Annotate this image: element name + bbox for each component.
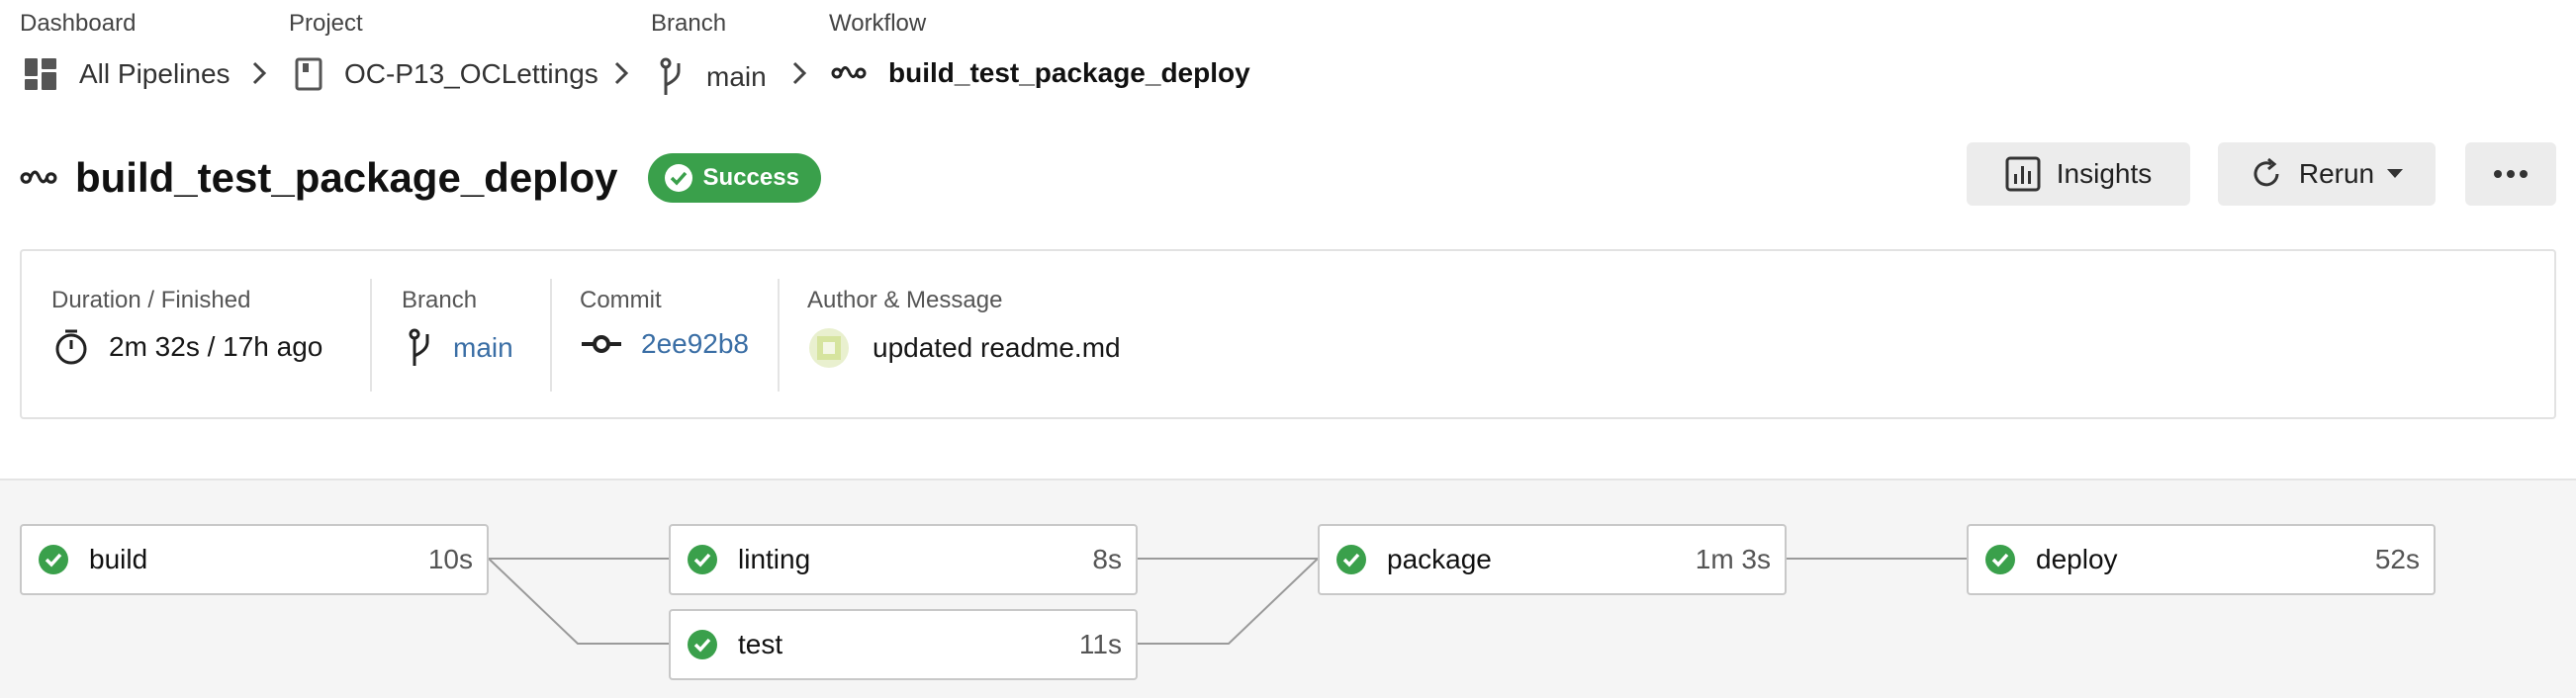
chevron-right-icon xyxy=(252,61,267,85)
rerun-button-label: Rerun xyxy=(2298,158,2375,189)
commit-value: 2ee92b8 xyxy=(641,328,750,359)
page-title: build_test_package_deploy xyxy=(75,154,618,201)
caret-down-icon xyxy=(2387,169,2404,178)
git-branch-icon xyxy=(660,57,681,95)
timer-icon xyxy=(55,329,87,365)
check-circle-icon xyxy=(1985,545,2015,574)
bar-chart-icon xyxy=(2005,156,2041,192)
branch-value: main xyxy=(453,332,513,363)
commit-message: updated readme.md xyxy=(873,332,1121,363)
breadcrumb-workflow-value: build_test_package_deploy xyxy=(888,57,1250,88)
connector-build-test xyxy=(488,558,669,645)
workflow-graph: build 10s linting 8s test 11s package 1m… xyxy=(0,479,2576,698)
workflow-icon xyxy=(20,170,57,184)
duration-value: 2m 32s / 17h ago xyxy=(109,331,323,362)
git-commit-icon xyxy=(582,335,621,353)
workflow-icon xyxy=(831,66,867,79)
check-circle-icon xyxy=(664,164,692,192)
job-linting[interactable]: linting 8s xyxy=(669,524,1138,595)
duration-label: Duration / Finished xyxy=(51,287,251,313)
breadcrumb-project-link[interactable]: OC-P13_OCLettings xyxy=(295,57,598,91)
job-duration: 8s xyxy=(1092,544,1122,574)
breadcrumb: Dashboard All Pipelines Project OC-P13_O… xyxy=(0,0,2576,109)
job-duration: 11s xyxy=(1078,629,1122,659)
breadcrumb-project-value: OC-P13_OCLettings xyxy=(344,58,598,89)
job-package[interactable]: package 1m 3s xyxy=(1318,524,1787,595)
breadcrumb-branch-label: Branch xyxy=(651,10,727,37)
breadcrumb-workflow-label: Workflow xyxy=(829,10,927,37)
job-name: package xyxy=(1387,544,1492,574)
breadcrumb-workflow-current: build_test_package_deploy xyxy=(831,57,1250,89)
job-test[interactable]: test 11s xyxy=(669,609,1138,680)
pipeline-summary-card: Duration / Finished 2m 32s / 17h ago Bra… xyxy=(20,249,2556,419)
status-badge-label: Success xyxy=(702,164,799,191)
rerun-button[interactable]: Rerun xyxy=(2218,142,2436,206)
job-name: test xyxy=(738,629,783,659)
author-section: Author & Message updated readme.md xyxy=(780,251,1472,417)
breadcrumb-branch-value: main xyxy=(706,61,767,92)
check-circle-icon xyxy=(1336,545,1366,574)
check-circle-icon xyxy=(688,630,717,659)
dashboard-icon xyxy=(25,58,56,90)
branch-label: Branch xyxy=(402,287,478,313)
more-horizontal-icon xyxy=(2494,170,2528,178)
breadcrumb-project-label: Project xyxy=(289,10,363,37)
chevron-right-icon xyxy=(792,61,807,85)
job-name: linting xyxy=(738,544,811,574)
duration-section: Duration / Finished 2m 32s / 17h ago xyxy=(22,251,370,417)
author-label: Author & Message xyxy=(807,287,1003,313)
duration-value-wrap: 2m 32s / 17h ago xyxy=(53,328,322,366)
check-circle-icon xyxy=(688,545,717,574)
chevron-right-icon xyxy=(614,61,629,85)
job-deploy[interactable]: deploy 52s xyxy=(1967,524,2436,595)
commit-section: Commit 2ee92b8 xyxy=(552,251,778,417)
branch-section: Branch main xyxy=(372,251,550,417)
connector-test-package xyxy=(1138,558,1319,645)
page-header: build_test_package_deploy Success xyxy=(20,138,821,218)
branch-link[interactable]: main xyxy=(408,328,513,368)
job-name: deploy xyxy=(2036,544,2118,574)
check-circle-icon xyxy=(39,545,68,574)
breadcrumb-dashboard-label: Dashboard xyxy=(20,10,137,37)
job-duration: 1m 3s xyxy=(1695,544,1771,574)
job-duration: 52s xyxy=(2374,544,2420,574)
repository-icon xyxy=(295,57,322,91)
insights-button[interactable]: Insights xyxy=(1967,142,2190,206)
git-branch-icon xyxy=(409,328,429,366)
insights-button-label: Insights xyxy=(2056,158,2153,189)
breadcrumb-branch-link[interactable]: main xyxy=(659,57,767,97)
breadcrumb-dashboard-link[interactable]: All Pipelines xyxy=(24,57,230,91)
status-badge: Success xyxy=(647,153,821,203)
avatar xyxy=(809,328,849,368)
breadcrumb-dashboard-value: All Pipelines xyxy=(79,58,230,89)
job-name: build xyxy=(89,544,148,574)
job-build[interactable]: build 10s xyxy=(20,524,489,595)
job-duration: 10s xyxy=(427,544,473,574)
commit-link[interactable]: 2ee92b8 xyxy=(582,328,749,360)
more-options-button[interactable] xyxy=(2465,142,2556,206)
commit-label: Commit xyxy=(580,287,662,313)
author-message-wrap: updated readme.md xyxy=(809,328,1121,368)
refresh-icon xyxy=(2254,157,2279,187)
